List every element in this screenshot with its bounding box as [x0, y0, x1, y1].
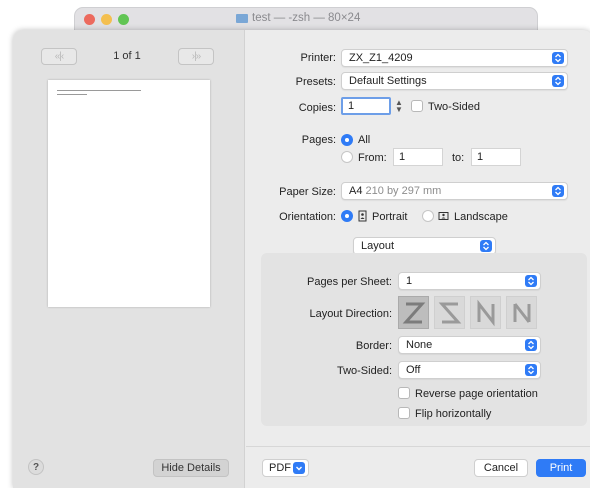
print-button[interactable]: Print	[536, 459, 586, 477]
pages-from-input[interactable]: 1	[393, 148, 443, 166]
pages-to-input[interactable]: 1	[471, 148, 521, 166]
pdf-label: PDF	[269, 462, 291, 474]
print-label: Print	[549, 462, 573, 474]
next-page-icon: ›|»	[191, 51, 201, 62]
z-direction-icon	[402, 302, 425, 323]
popup-arrows-icon	[480, 240, 492, 252]
layout-two-sided-value: Off	[406, 364, 421, 376]
close-window-button[interactable]	[84, 14, 95, 25]
paper-size-select[interactable]: A4 210 by 297 mm	[341, 182, 568, 200]
flip-horizontally-label: Flip horizontally	[415, 408, 492, 420]
pages-from-label: From:	[358, 152, 387, 164]
pages-per-sheet-select[interactable]: 1	[398, 272, 541, 290]
popup-arrows-icon	[552, 75, 564, 87]
cancel-label: Cancel	[483, 462, 519, 474]
reverse-orientation-checkbox[interactable]	[398, 387, 410, 399]
reverse-n-direction-icon	[477, 299, 494, 326]
layout-direction-reverse-n-button[interactable]	[470, 296, 501, 329]
folder-icon	[236, 13, 248, 23]
layout-two-sided-label: Two-Sided:	[336, 365, 392, 377]
landscape-radio[interactable]	[422, 210, 434, 222]
layout-direction-reverse-z-button[interactable]	[434, 296, 465, 329]
popup-arrows-icon	[552, 185, 564, 197]
copies-label: Copies:	[298, 102, 336, 114]
footer-divider	[246, 446, 590, 447]
help-button[interactable]: ?	[28, 459, 44, 475]
pdf-menu-button[interactable]: PDF	[262, 459, 309, 477]
portrait-icon	[356, 210, 368, 222]
paper-size-label: Paper Size:	[279, 186, 336, 198]
pages-per-sheet-value: 1	[406, 275, 413, 287]
minimize-window-button[interactable]	[101, 14, 112, 25]
terminal-title: test — -zsh — 80×24	[236, 12, 360, 24]
preview-text-line	[57, 90, 141, 91]
pages-to-label: to:	[452, 152, 465, 164]
help-icon: ?	[32, 461, 40, 473]
presets-value: Default Settings	[349, 75, 427, 87]
flip-horizontally-checkbox[interactable]	[398, 407, 410, 419]
hide-details-button[interactable]: Hide Details	[153, 459, 229, 477]
preview-text-line	[57, 94, 87, 95]
paper-size-detail: 210 by 297 mm	[365, 185, 442, 197]
layout-direction-z-button[interactable]	[398, 296, 429, 329]
portrait-radio[interactable]	[341, 210, 353, 222]
cancel-button[interactable]: Cancel	[474, 459, 528, 477]
printer-select[interactable]: ZX_Z1_4209	[341, 49, 568, 67]
pages-range-radio[interactable]	[341, 151, 353, 163]
pages-per-sheet-label: Pages per Sheet:	[306, 276, 392, 288]
copies-input[interactable]: 1	[341, 97, 391, 115]
border-select[interactable]: None	[398, 336, 541, 354]
layout-direction-n-button[interactable]	[506, 296, 537, 329]
copies-stepper[interactable]: ▲ ▼	[394, 97, 404, 115]
chevron-down-icon	[293, 462, 305, 474]
two-sided-label: Two-Sided	[428, 101, 480, 113]
two-sided-checkbox[interactable]	[411, 100, 423, 112]
reverse-orientation-label: Reverse page orientation	[415, 388, 538, 400]
landscape-icon	[437, 210, 449, 222]
portrait-label: Portrait	[372, 211, 408, 223]
zoom-window-button[interactable]	[118, 14, 129, 25]
printer-label: Printer:	[300, 52, 336, 64]
reverse-z-direction-icon	[438, 302, 461, 323]
popup-arrows-icon	[552, 52, 564, 64]
printer-value: ZX_Z1_4209	[349, 52, 413, 64]
n-direction-icon	[513, 302, 530, 323]
pages-label: Pages:	[301, 134, 336, 146]
page-counter: 1 of 1	[113, 50, 141, 62]
popup-arrows-icon	[525, 275, 537, 287]
border-value: None	[406, 339, 433, 351]
paper-size-value: A4	[349, 185, 363, 197]
hide-details-label: Hide Details	[161, 462, 221, 474]
next-page-button[interactable]: ›|»	[178, 48, 214, 65]
orientation-label: Orientation:	[279, 211, 336, 223]
border-label: Border:	[355, 340, 392, 352]
presets-select[interactable]: Default Settings	[341, 72, 568, 90]
pages-all-radio[interactable]	[341, 134, 353, 146]
layout-direction-label: Layout Direction:	[309, 308, 392, 320]
section-value: Layout	[361, 240, 395, 252]
landscape-label: Landscape	[454, 211, 508, 223]
popup-arrows-icon	[525, 364, 537, 376]
terminal-title-text: test — -zsh — 80×24	[252, 12, 361, 24]
page-preview	[48, 80, 210, 307]
pages-all-label: All	[358, 134, 371, 146]
popup-arrows-icon	[525, 339, 537, 351]
previous-page-button[interactable]: «|‹	[41, 48, 77, 65]
stepper-down-icon: ▼	[395, 105, 403, 114]
layout-two-sided-select[interactable]: Off	[398, 361, 541, 379]
previous-page-icon: «|‹	[54, 51, 64, 62]
presets-label: Presets:	[295, 76, 336, 88]
